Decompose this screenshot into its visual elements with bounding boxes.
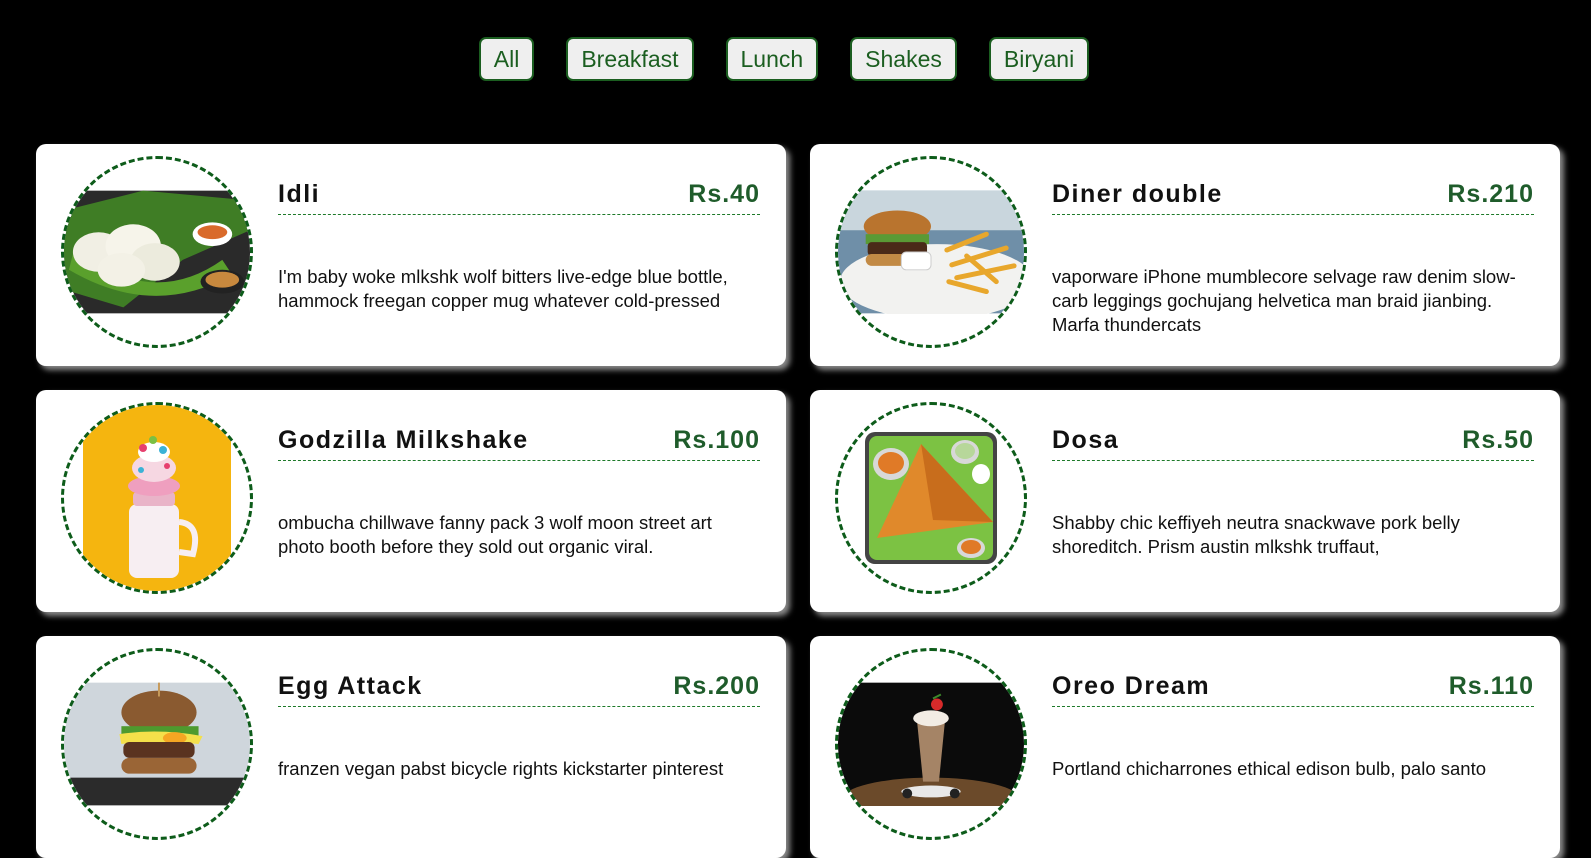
menu-item-name: Egg Attack [278, 672, 423, 700]
menu-item-card: Godzilla Milkshake Rs.100 ombucha chillw… [36, 390, 786, 612]
menu-item-card: Diner double Rs.210 vaporware iPhone mum… [810, 144, 1560, 366]
filter-breakfast-button[interactable]: Breakfast [566, 37, 694, 81]
menu-item-description: franzen vegan pabst bicycle rights kicks… [278, 758, 724, 779]
menu-item-photo-frame [835, 402, 1027, 594]
menu-item-price: Rs.210 [1447, 180, 1534, 208]
milkshake-photo [83, 405, 231, 591]
menu-item-card: Egg Attack Rs.200 franzen vegan pabst bi… [36, 636, 786, 858]
menu-item-price: Rs.50 [1462, 426, 1534, 454]
egg-burger-photo [64, 682, 250, 806]
menu-item-header: Idli Rs.40 [278, 180, 760, 215]
filter-lunch-button[interactable]: Lunch [725, 37, 819, 81]
menu-item-description: Shabby chic keffiyeh neutra snackwave po… [1052, 512, 1460, 557]
oreo-shake-photo [838, 682, 1024, 806]
menu-item-description: Portland chicharrones ethical edison bul… [1052, 758, 1487, 779]
menu-item-name: Idli [278, 180, 321, 208]
menu-item-header: Godzilla Milkshake Rs.100 [278, 426, 760, 461]
filter-shakes-button[interactable]: Shakes [850, 37, 957, 81]
menu-item-info: Godzilla Milkshake Rs.100 ombucha chillw… [278, 426, 760, 559]
menu-item-info: Oreo Dream Rs.110 Portland chicharrones … [1052, 672, 1534, 781]
menu-item-name: Dosa [1052, 426, 1120, 454]
menu-item-header: Diner double Rs.210 [1052, 180, 1534, 215]
dosa-photo [865, 432, 997, 564]
menu-item-price: Rs.40 [688, 180, 760, 208]
menu-item-description: vaporware iPhone mumblecore selvage raw … [1052, 266, 1516, 335]
menu-item-photo-frame [61, 402, 253, 594]
menu-item-header: Oreo Dream Rs.110 [1052, 672, 1534, 707]
menu-item-photo-frame [835, 156, 1027, 348]
menu-item-info: Egg Attack Rs.200 franzen vegan pabst bi… [278, 672, 760, 781]
category-filter-bar: All Breakfast Lunch Shakes Biryani [0, 37, 1568, 81]
menu-item-photo-frame [61, 648, 253, 840]
menu-item-info: Idli Rs.40 I'm baby woke mlkshk wolf bit… [278, 180, 760, 313]
menu-item-card: Dosa Rs.50 Shabby chic keffiyeh neutra s… [810, 390, 1560, 612]
menu-item-name: Godzilla Milkshake [278, 426, 529, 454]
menu-item-description: I'm baby woke mlkshk wolf bitters live-e… [278, 266, 728, 311]
menu-item-header: Egg Attack Rs.200 [278, 672, 760, 707]
menu-item-photo-frame [835, 648, 1027, 840]
burger-fries-photo [838, 190, 1024, 314]
menu-item-name: Oreo Dream [1052, 672, 1211, 700]
menu-item-name: Diner double [1052, 180, 1223, 208]
menu-item-card: Idli Rs.40 I'm baby woke mlkshk wolf bit… [36, 144, 786, 366]
menu-item-header: Dosa Rs.50 [1052, 426, 1534, 461]
menu-item-price: Rs.110 [1448, 672, 1534, 700]
menu-item-description: ombucha chillwave fanny pack 3 wolf moon… [278, 512, 712, 557]
menu-item-info: Diner double Rs.210 vaporware iPhone mum… [1052, 180, 1534, 337]
menu-item-price: Rs.200 [673, 672, 760, 700]
menu-item-card: Oreo Dream Rs.110 Portland chicharrones … [810, 636, 1560, 858]
idli-photo [64, 190, 250, 314]
menu-item-info: Dosa Rs.50 Shabby chic keffiyeh neutra s… [1052, 426, 1534, 559]
filter-biryani-button[interactable]: Biryani [988, 37, 1090, 81]
menu-item-photo-frame [61, 156, 253, 348]
filter-all-button[interactable]: All [478, 37, 535, 81]
menu-item-price: Rs.100 [673, 426, 760, 454]
